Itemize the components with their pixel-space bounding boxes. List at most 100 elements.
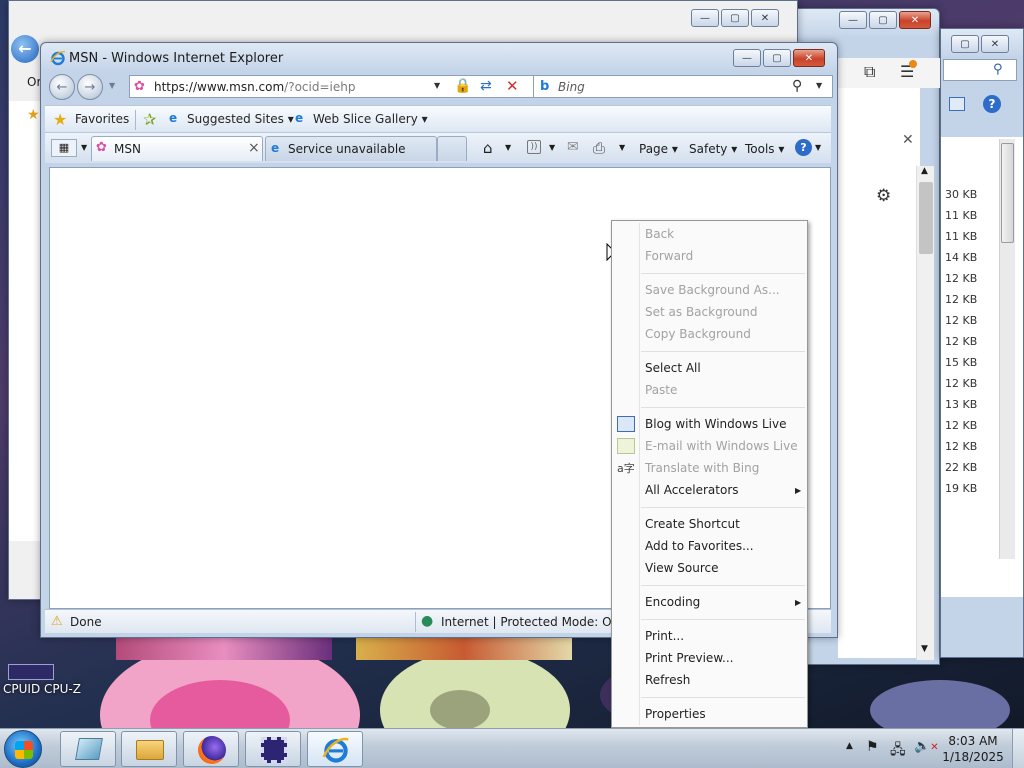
home-dropdown-icon[interactable]: ▼ [505, 143, 511, 152]
address-dropdown-icon[interactable]: ▼ [434, 81, 440, 90]
minimize-button[interactable]: — [733, 49, 761, 67]
maximize-button[interactable]: ▢ [951, 35, 979, 53]
desktop-icon[interactable] [8, 664, 54, 680]
explorer-search-box[interactable] [943, 59, 1017, 81]
feeds-dropdown-icon[interactable]: ▼ [549, 143, 555, 152]
security-zone-text[interactable]: Internet | Protected Mode: Off [441, 615, 620, 629]
help-dropdown-icon[interactable]: ▼ [815, 143, 821, 152]
suggested-sites-link[interactable]: Suggested Sites ▾ [187, 112, 294, 126]
star-icon: ★ [27, 107, 40, 123]
taskbar-cpuz[interactable] [245, 731, 301, 767]
menu-item-properties[interactable]: Properties [645, 707, 706, 721]
maximize-button[interactable]: ▢ [869, 11, 897, 29]
taskbar: ▲ ⚑ 🖧 🔈✕ 8:03 AM 1/18/2025 [0, 728, 1024, 768]
taskbar-explorer[interactable] [121, 731, 177, 767]
minimize-button[interactable]: — [691, 9, 719, 27]
taskbar-firefox[interactable] [183, 731, 239, 767]
page-scrollbar[interactable]: ▲ ▼ [916, 166, 934, 660]
menu-item-all-accelerators[interactable]: All Accelerators [645, 483, 739, 497]
taskbar-pinned-app[interactable] [60, 731, 116, 767]
start-button[interactable] [4, 730, 42, 768]
search-placeholder: Bing [558, 80, 585, 94]
web-slice-gallery-link[interactable]: Web Slice Gallery ▾ [313, 112, 428, 126]
scroll-up-arrow-icon[interactable]: ▲ [921, 166, 928, 176]
quick-tabs-icon[interactable]: ▦ [51, 139, 77, 157]
recent-pages-dropdown-icon[interactable]: ▼ [109, 81, 115, 90]
scrollbar-thumb[interactable] [919, 182, 933, 254]
menu-item-print-preview[interactable]: Print Preview... [645, 651, 733, 665]
help-icon[interactable]: ? [795, 139, 812, 156]
tab-list-dropdown-icon[interactable]: ▼ [81, 143, 87, 152]
close-button[interactable]: ✕ [793, 49, 825, 67]
menu-item-blog-with-windows-live[interactable]: Blog with Windows Live [645, 417, 787, 431]
help-icon[interactable]: ? [983, 95, 1001, 113]
maximize-button[interactable]: ▢ [721, 9, 749, 27]
gear-icon[interactable]: ⚙ [876, 186, 891, 206]
home-icon[interactable]: ⌂ [483, 139, 493, 157]
context-menu: Back Forward Save Background As... Set as B… [611, 220, 808, 728]
search-icon[interactable]: ⚲ [792, 78, 802, 94]
menu-item-encoding[interactable]: Encoding [645, 595, 700, 609]
menu-item-refresh[interactable]: Refresh [645, 673, 690, 687]
page-menu[interactable]: Page ▾ [639, 142, 678, 156]
print-dropdown-icon[interactable]: ▼ [619, 143, 625, 152]
back-button[interactable]: ← [49, 74, 75, 100]
scrollbar[interactable] [999, 139, 1015, 559]
tools-menu[interactable]: Tools ▾ [745, 142, 784, 156]
forward-button[interactable]: → [77, 74, 103, 100]
close-icon[interactable]: ✕ [902, 132, 914, 148]
navigation-bar: ← → ▼ ✿ https://www.msn.com/?ocid=iehp ▼… [47, 73, 833, 103]
menu-item-view-source[interactable]: View Source [645, 561, 719, 575]
scroll-down-arrow-icon[interactable]: ▼ [921, 644, 928, 654]
action-center-flag-icon[interactable]: ⚑ [866, 739, 879, 755]
search-box[interactable]: b Bing ⚲ ▼ [533, 75, 833, 98]
network-icon[interactable]: 🖧 [890, 739, 906, 763]
tab-msn[interactable]: ✿ MSN × [91, 136, 263, 161]
scrollbar-thumb[interactable] [1001, 143, 1014, 243]
search-icon: ⚲ [993, 62, 1003, 77]
clock-time[interactable]: 8:03 AM [942, 734, 1004, 748]
read-mail-icon[interactable]: ✉ [567, 139, 579, 155]
globe-icon: ● [421, 613, 434, 629]
extension-icon[interactable]: ⧉ [864, 62, 875, 82]
taskbar-internet-explorer[interactable] [307, 731, 363, 767]
close-button[interactable]: ✕ [899, 11, 931, 29]
search-options-dropdown-icon[interactable]: ▼ [816, 81, 822, 90]
add-to-favorites-bar-icon[interactable]: ✰ [143, 110, 156, 129]
desktop-icon-label: CPUID CPU-Z [3, 682, 81, 696]
pane-icon[interactable] [949, 97, 965, 111]
back-button[interactable]: ← [11, 35, 39, 63]
warning-icon: ⚠ [51, 614, 63, 629]
clock-date[interactable]: 1/18/2025 [942, 750, 1004, 764]
tab-service-unavailable[interactable]: e Service unavailable [265, 136, 437, 161]
maximize-button[interactable]: ▢ [763, 49, 791, 67]
minimize-button[interactable]: — [839, 11, 867, 29]
lock-icon[interactable]: 🔒 [454, 78, 471, 94]
ie-page-icon: e [271, 141, 280, 155]
menu-item-forward: Forward [645, 249, 694, 263]
favorites-button[interactable]: Favorites [75, 112, 129, 126]
submenu-arrow-icon: ▶ [795, 598, 802, 607]
tab-close-icon[interactable]: × [248, 140, 260, 156]
menu-item-translate-with-bing: Translate with Bing [645, 461, 760, 475]
compatibility-view-icon[interactable]: ⇄ [480, 78, 492, 94]
close-button[interactable]: ✕ [751, 9, 779, 27]
stop-icon[interactable]: ✕ [506, 77, 519, 95]
menu-item-select-all[interactable]: Select All [645, 361, 701, 375]
background-window-explorer-2[interactable]: ▢ ✕ ⚲ ? 30 KB 11 KB 11 KB 14 KB 12 KB 12 KB 12… [940, 28, 1024, 658]
menu-item-add-to-favorites[interactable]: Add to Favorites... [645, 539, 754, 553]
print-icon[interactable]: ⎙ [593, 139, 605, 157]
email-icon [617, 438, 635, 454]
safety-menu[interactable]: Safety ▾ [689, 142, 737, 156]
show-hidden-icons-icon[interactable]: ▲ [846, 741, 853, 751]
feeds-icon[interactable]: )) [527, 140, 541, 154]
menu-item-print[interactable]: Print... [645, 629, 684, 643]
show-desktop-button[interactable] [1012, 729, 1024, 768]
menu-item-create-shortcut[interactable]: Create Shortcut [645, 517, 740, 531]
address-bar[interactable]: ✿ https://www.msn.com/?ocid=iehp ▼ 🔒 ⇄ ✕ [129, 75, 547, 98]
menu-item-paste: Paste [645, 383, 678, 397]
firefox-icon [198, 736, 226, 764]
close-button[interactable]: ✕ [981, 35, 1009, 53]
volume-muted-icon[interactable]: 🔈✕ [914, 739, 939, 754]
new-tab-button[interactable] [437, 136, 467, 161]
